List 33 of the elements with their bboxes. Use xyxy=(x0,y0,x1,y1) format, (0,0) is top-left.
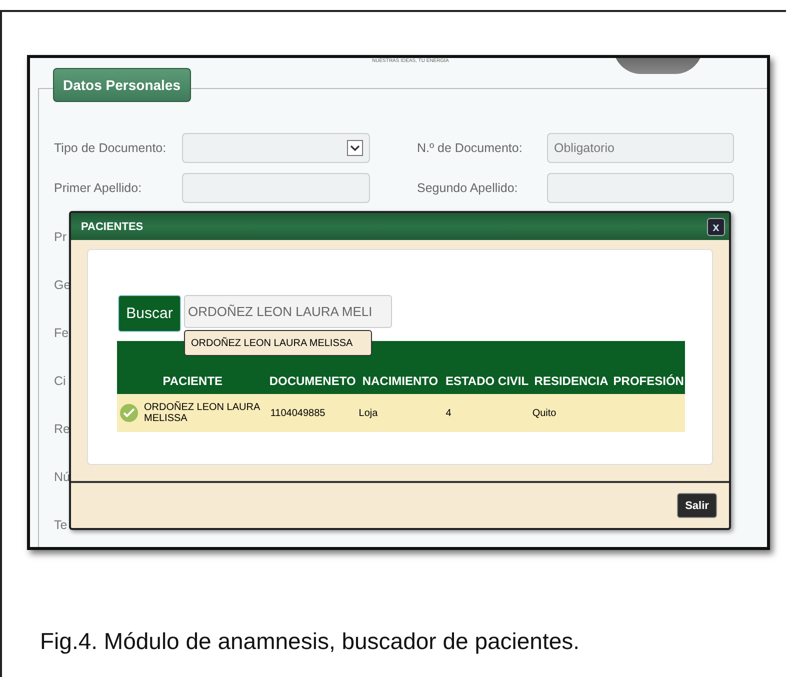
table-cell: Quito xyxy=(532,408,556,418)
close-button[interactable]: x xyxy=(707,218,725,236)
select-field[interactable] xyxy=(182,133,370,163)
field-label: Fe xyxy=(54,326,70,342)
field-label: Te xyxy=(54,518,68,534)
search-field[interactable]: ORDOÑEZ LEON LAURA MELI xyxy=(184,295,392,328)
column-header: NACIMIENTO xyxy=(356,341,444,394)
exit-button[interactable]: Salir xyxy=(677,493,717,518)
dialog-title: PACIENTES xyxy=(81,220,144,232)
suggestion-item[interactable]: ORDOÑEZ LEON LAURA MELISSA xyxy=(184,330,372,356)
text-field[interactable] xyxy=(547,173,734,203)
field-label: N.º de Documento: xyxy=(417,141,524,155)
field-label: Ci xyxy=(54,374,67,390)
text-field[interactable] xyxy=(182,173,370,203)
field-label: Primer Apellido: xyxy=(54,181,143,195)
column-header: ESTADO CIVIL xyxy=(444,341,530,394)
text-field[interactable]: Obligatorio xyxy=(547,133,734,163)
field-label: Pr xyxy=(54,230,68,246)
table-cell: 4 xyxy=(446,408,452,418)
search-button[interactable]: Buscar xyxy=(118,295,181,332)
section-legend: Datos Personales xyxy=(53,68,190,102)
field-label: Segundo Apellido: xyxy=(417,181,519,195)
chevron-down-icon xyxy=(347,140,363,156)
field-label: Tipo de Documento: xyxy=(54,141,168,155)
table-cell: Loja xyxy=(358,408,378,418)
column-header: RESIDENCIA xyxy=(530,341,612,394)
check-icon xyxy=(119,403,139,423)
table-cell: 1104049885 xyxy=(270,408,326,418)
column-header: PROFESIÓN xyxy=(612,341,685,394)
field-label: Nú xyxy=(54,470,71,486)
table-cell-text: ORDOÑEZ LEON LAURA MELISSA xyxy=(144,402,261,424)
figure-caption: Fig.4. Módulo de anamnesis, buscador de pacientes. xyxy=(40,628,581,655)
field-label: Re xyxy=(54,422,71,438)
